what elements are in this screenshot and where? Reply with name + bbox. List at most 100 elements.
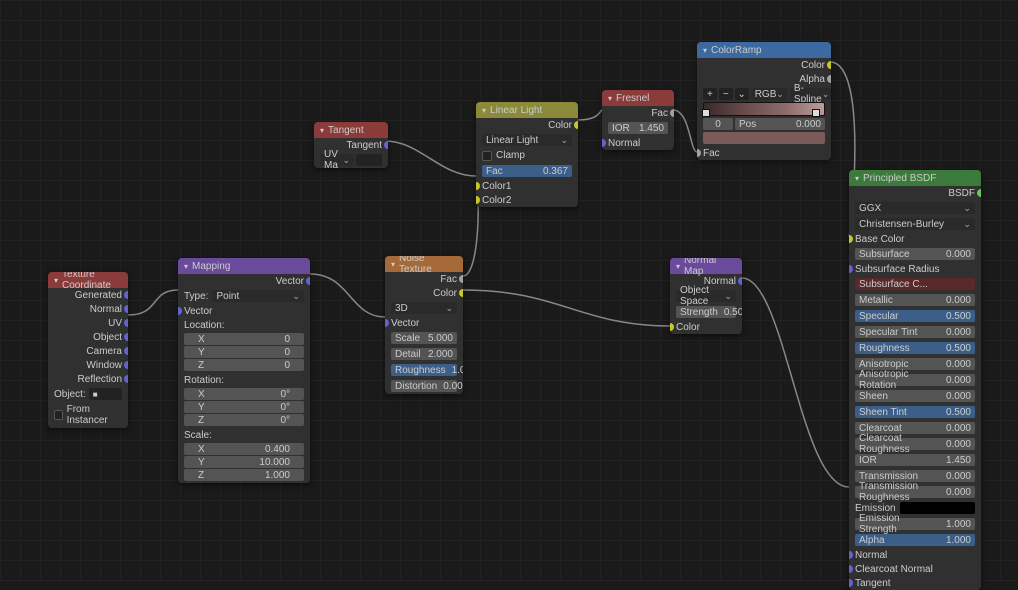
clearcoat-rough-field[interactable]: Clearcoat Roughness0.000: [855, 438, 975, 450]
socket[interactable]: [124, 333, 128, 341]
node-linear-light[interactable]: ▾Linear Light Color Linear Light Clamp F…: [476, 102, 578, 207]
socket[interactable]: [977, 189, 981, 197]
socket[interactable]: [124, 375, 128, 383]
socket[interactable]: [124, 361, 128, 369]
socket[interactable]: [124, 291, 128, 299]
socket[interactable]: [306, 277, 310, 285]
collapse-icon[interactable]: ▾: [391, 260, 395, 269]
socket[interactable]: [476, 182, 480, 190]
distortion-field[interactable]: Distortion0.000: [391, 380, 457, 392]
rot-y[interactable]: Y0°: [184, 401, 304, 413]
ramp-index-field[interactable]: 0: [703, 118, 733, 130]
node-colorramp[interactable]: ▾ColorRamp Color Alpha + − ⌄ RGB B-Splin…: [697, 42, 831, 160]
ramp-colormode-dropdown[interactable]: RGB: [751, 88, 788, 100]
socket[interactable]: [476, 196, 480, 204]
sss-method-dropdown[interactable]: Christensen-Burley: [855, 218, 975, 230]
socket[interactable]: [459, 275, 463, 283]
scale-y[interactable]: Y10.000: [184, 456, 304, 468]
socket[interactable]: [827, 75, 831, 83]
node-header[interactable]: ▾Texture Coordinate: [48, 272, 128, 288]
node-header[interactable]: ▾Tangent: [314, 122, 388, 138]
collapse-icon[interactable]: ▾: [54, 276, 58, 285]
node-header[interactable]: ▾Mapping: [178, 258, 310, 274]
object-field[interactable]: ■: [89, 388, 122, 400]
ior-field[interactable]: IOR1.450: [608, 122, 668, 134]
socket[interactable]: [849, 579, 853, 587]
fac-field[interactable]: Fac0.367: [482, 165, 572, 177]
ramp-color-field[interactable]: [703, 132, 825, 144]
collapse-icon[interactable]: ▾: [320, 126, 324, 135]
socket[interactable]: [849, 551, 853, 559]
loc-z[interactable]: Z0: [184, 359, 304, 371]
strength-field[interactable]: Strength0.500: [676, 306, 736, 318]
ramp-add-button[interactable]: +: [703, 88, 717, 100]
tangent-mode-dropdown[interactable]: UV Ma: [320, 154, 354, 166]
node-mapping[interactable]: ▾Mapping Vector Type:Point Vector Locati…: [178, 258, 310, 483]
collapse-icon[interactable]: ▾: [482, 106, 486, 115]
socket[interactable]: [602, 139, 606, 147]
node-header[interactable]: ▾Principled BSDF: [849, 170, 981, 186]
loc-y[interactable]: Y0: [184, 346, 304, 358]
ramp-menu-button[interactable]: ⌄: [735, 88, 749, 100]
collapse-icon[interactable]: ▾: [676, 262, 680, 271]
socket[interactable]: [574, 121, 578, 129]
rot-z[interactable]: Z0°: [184, 414, 304, 426]
roughness-field[interactable]: Roughness0.500: [855, 342, 975, 354]
collapse-icon[interactable]: ▾: [855, 174, 859, 183]
aniso-rot-field[interactable]: Anisotropic Rotation0.000: [855, 374, 975, 386]
socket[interactable]: [827, 61, 831, 69]
trans-rough-field[interactable]: Transmission Roughness0.000: [855, 486, 975, 498]
dimensions-dropdown[interactable]: 3D: [391, 302, 457, 314]
node-normal-map[interactable]: ▾Normal Map Normal Object Space Strength…: [670, 258, 742, 334]
socket[interactable]: [384, 141, 388, 149]
roughness-field[interactable]: Roughness1.000: [391, 364, 457, 376]
rot-x[interactable]: X0°: [184, 388, 304, 400]
tangent-uv-field[interactable]: [356, 154, 382, 166]
blend-mode-dropdown[interactable]: Linear Light: [482, 134, 572, 146]
specular-field[interactable]: Specular0.500: [855, 310, 975, 322]
ramp-stop[interactable]: [702, 109, 710, 117]
scale-x[interactable]: X0.400: [184, 443, 304, 455]
collapse-icon[interactable]: ▾: [184, 262, 188, 271]
ramp-remove-button[interactable]: −: [719, 88, 733, 100]
node-header[interactable]: ▾ColorRamp: [697, 42, 831, 58]
socket[interactable]: [670, 323, 674, 331]
emission-strength-field[interactable]: Emission Strength1.000: [855, 518, 975, 530]
socket[interactable]: [459, 289, 463, 297]
node-header[interactable]: ▾Linear Light: [476, 102, 578, 118]
socket[interactable]: [385, 319, 389, 327]
from-instancer-checkbox[interactable]: From Instancer: [48, 402, 128, 428]
node-fresnel[interactable]: ▾Fresnel Fac IOR1.450 Normal: [602, 90, 674, 150]
metallic-field[interactable]: Metallic0.000: [855, 294, 975, 306]
scale-z[interactable]: Z1.000: [184, 469, 304, 481]
ramp-interp-dropdown[interactable]: B-Spline: [790, 88, 831, 100]
distribution-dropdown[interactable]: GGX: [855, 202, 975, 214]
socket[interactable]: [849, 565, 853, 573]
node-header[interactable]: ▾Normal Map: [670, 258, 742, 274]
node-header[interactable]: ▾Fresnel: [602, 90, 674, 106]
socket[interactable]: [124, 305, 128, 313]
ramp-pos-field[interactable]: Pos0.000: [735, 118, 825, 130]
socket[interactable]: [124, 319, 128, 327]
socket[interactable]: [124, 347, 128, 355]
collapse-icon[interactable]: ▾: [703, 46, 707, 55]
subs-color-field[interactable]: Subsurface C...: [855, 278, 975, 290]
ramp-gradient[interactable]: [703, 102, 825, 116]
specular-tint-field[interactable]: Specular Tint0.000: [855, 326, 975, 338]
node-principled-bsdf[interactable]: ▾Principled BSDF BSDF GGX Christensen-Bu…: [849, 170, 981, 590]
socket[interactable]: [697, 149, 701, 157]
scale-field[interactable]: Scale5.000: [391, 332, 457, 344]
ior-field[interactable]: IOR1.450: [855, 454, 975, 466]
loc-x[interactable]: X0: [184, 333, 304, 345]
alpha-field[interactable]: Alpha1.000: [855, 534, 975, 546]
node-noise-texture[interactable]: ▾Noise Texture Fac Color 3D Vector Scale…: [385, 256, 463, 394]
detail-field[interactable]: Detail2.000: [391, 348, 457, 360]
socket[interactable]: [178, 307, 182, 315]
clamp-checkbox[interactable]: Clamp: [476, 148, 578, 163]
sheen-field[interactable]: Sheen0.000: [855, 390, 975, 402]
subsurface-field[interactable]: Subsurface0.000: [855, 248, 975, 260]
socket[interactable]: [849, 265, 853, 273]
type-dropdown[interactable]: Point: [212, 290, 304, 302]
socket[interactable]: [670, 109, 674, 117]
sheen-tint-field[interactable]: Sheen Tint0.500: [855, 406, 975, 418]
